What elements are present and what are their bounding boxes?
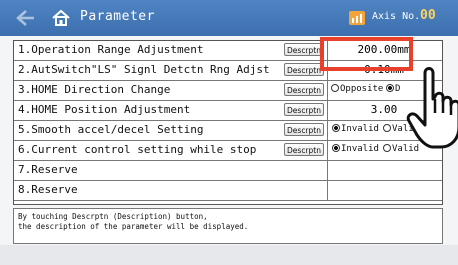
description-button[interactable]: Descrptn: [284, 63, 324, 76]
page-title: Parameter: [80, 9, 155, 24]
radio-invalid[interactable]: Invalid: [332, 144, 379, 154]
description-button[interactable]: Descrptn: [284, 43, 324, 56]
table-row: 5.Smooth accel/decel Setting Descrptn In…: [14, 121, 442, 141]
axis-icon: [349, 11, 365, 25]
home-icon[interactable]: [52, 9, 70, 27]
row-label: 2.AutSwitch"LS" Signl Detctn Rng Adjst: [18, 63, 270, 76]
row-label: 4.HOME Position Adjustment: [18, 103, 191, 116]
table-row: 7.Reserve: [14, 161, 442, 181]
table-row: 6.Current control setting while stop Des…: [14, 141, 442, 161]
description-panel: By touching Descrptn (Description) butto…: [13, 208, 443, 244]
axis-number[interactable]: 00: [420, 8, 436, 23]
title-bar: Parameter Axis No. 00: [0, 0, 458, 36]
row-label: 7.Reserve: [18, 163, 78, 176]
row-label: 8.Reserve: [18, 183, 78, 196]
row-label: 3.HOME Direction Change: [18, 83, 171, 96]
table-row: 8.Reserve: [14, 181, 442, 201]
radio-default[interactable]: D: [386, 84, 400, 94]
row-label: 5.Smooth accel/decel Setting: [18, 123, 204, 136]
highlight-box: [320, 37, 413, 71]
description-button[interactable]: Descrptn: [284, 143, 324, 156]
row-label: 1.Operation Range Adjustment: [18, 43, 204, 56]
info-text-line-1: By touching Descrptn (Description) butto…: [18, 212, 208, 221]
description-button[interactable]: Descrptn: [284, 83, 324, 96]
row-label: 6.Current control setting while stop: [18, 143, 257, 156]
radio-invalid[interactable]: Invalid: [332, 124, 379, 134]
back-arrow-icon[interactable]: [14, 8, 36, 28]
parameter-screen: Parameter Axis No. 00 1.Operation Range …: [0, 0, 458, 265]
axis-label: Axis No.: [372, 11, 421, 22]
table-row: 4.HOME Position Adjustment Descrptn 3.00: [14, 101, 442, 121]
pointing-hand-icon: [406, 67, 458, 149]
radio-opposite[interactable]: Opposite: [331, 84, 383, 94]
description-button[interactable]: Descrptn: [284, 103, 324, 116]
table-row: 3.HOME Direction Change Descrptn Opposit…: [14, 81, 442, 101]
bottom-bar: [0, 245, 458, 265]
info-text-line-2: the description of the parameter will be…: [18, 222, 249, 231]
description-button[interactable]: Descrptn: [284, 123, 324, 136]
